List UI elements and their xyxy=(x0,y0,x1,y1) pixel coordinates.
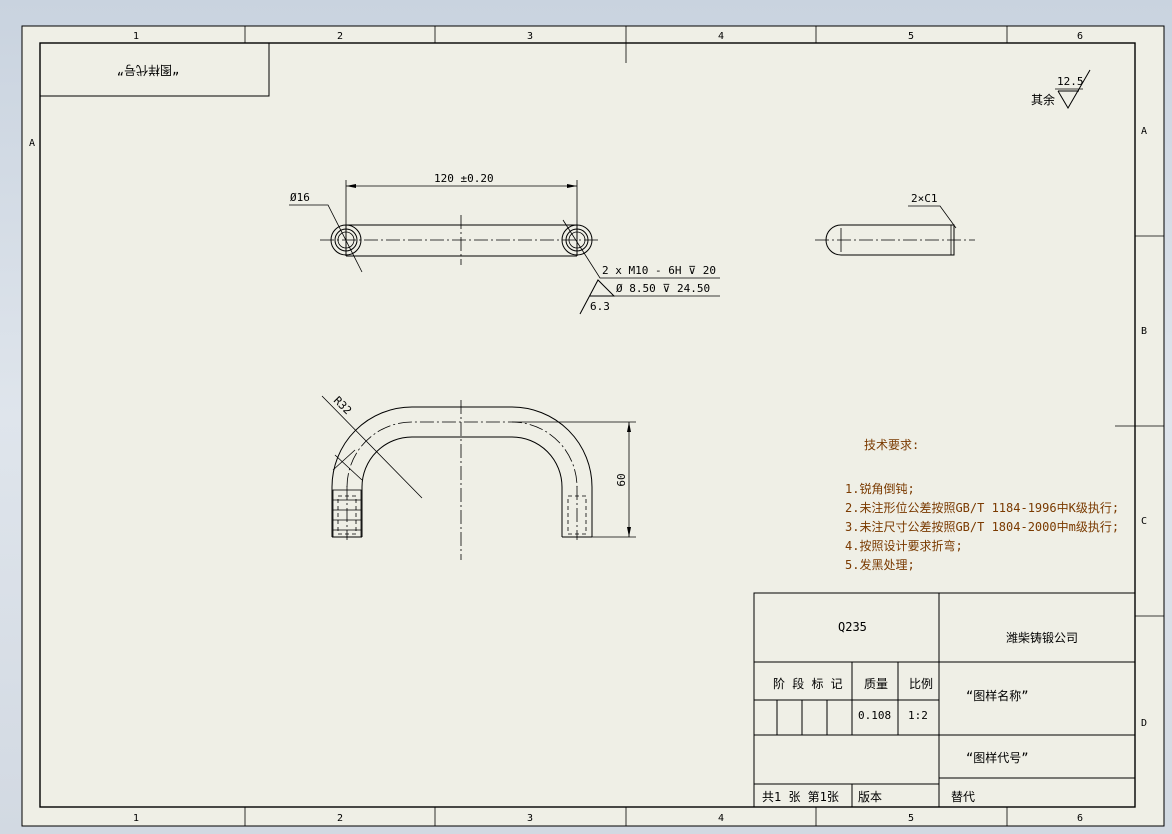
dim-chamfer: 2×C1 xyxy=(911,192,938,205)
zone-right-a: A xyxy=(1141,126,1147,137)
zone-bottom-4: 4 xyxy=(718,813,724,824)
zone-top-2: 2 xyxy=(337,31,343,42)
zone-bottom-5: 5 xyxy=(908,813,914,824)
company-name: 潍柴铸锻公司 xyxy=(1006,630,1078,645)
zone-right-c: C xyxy=(1141,516,1147,527)
stage-mark-label: 阶 段 标 记 xyxy=(773,676,843,691)
tech-req-item-1: 1.锐角倒钝; xyxy=(845,482,915,496)
zone-bottom-6: 6 xyxy=(1077,813,1083,824)
drawing-name: “图样名称” xyxy=(966,688,1028,703)
mass-label: 质量 xyxy=(864,677,888,691)
tech-req-item-2: 2.未注形位公差按照GB/T 1184-1996中K级执行; xyxy=(845,500,1119,515)
surface-finish-value: 12.5 xyxy=(1057,75,1084,88)
dim-roughness: 6.3 xyxy=(590,300,610,313)
tech-req-title: 技术要求: xyxy=(864,438,919,452)
material: Q235 xyxy=(838,620,867,634)
replace-label: 替代 xyxy=(951,790,975,804)
drawing-code: “图样代号” xyxy=(966,750,1028,765)
dim-drill: Ø 8.50 ⊽ 24.50 xyxy=(616,282,710,295)
mass-value: 0.108 xyxy=(858,709,891,722)
sheet-count: 共1 张 第1张 xyxy=(762,790,839,804)
scale-label: 比例 xyxy=(909,677,933,691)
version-label: 版本 xyxy=(858,790,882,804)
zone-top-4: 4 xyxy=(718,31,724,42)
zone-top-3: 3 xyxy=(527,31,533,42)
tech-req-item-4: 4.按照设计要求折弯; xyxy=(845,538,963,553)
zone-top-1: 1 xyxy=(133,31,139,42)
zone-left-a: A xyxy=(29,138,35,149)
zone-right-b: B xyxy=(1141,326,1147,337)
sheet-paper xyxy=(21,25,1165,827)
zone-right-d: D xyxy=(1141,718,1147,729)
surface-finish-prefix: 其余 xyxy=(1031,92,1055,107)
tech-req-item-5: 5.发黑处理; xyxy=(845,557,915,572)
zone-bottom-2: 2 xyxy=(337,813,343,824)
drawing-number-rotated: “图样代号” xyxy=(117,63,179,78)
zone-bottom-3: 3 xyxy=(527,813,533,824)
scale-value: 1:2 xyxy=(908,709,928,722)
drawing-sheet: 1 2 3 4 5 6 1 2 3 4 5 6 A A B C D “图样代号”… xyxy=(21,25,1165,827)
zone-top-5: 5 xyxy=(908,31,914,42)
dim-height: 60 xyxy=(615,473,628,486)
dim-diameter: Ø16 xyxy=(290,191,310,204)
dim-thread: 2 x M10 - 6H ⊽ 20 xyxy=(602,264,716,277)
tech-req-item-3: 3.未注尺寸公差按照GB/T 1804-2000中m级执行; xyxy=(845,519,1119,534)
zone-bottom-1: 1 xyxy=(133,813,139,824)
dim-length: 120 ±0.20 xyxy=(434,172,494,185)
zone-top-6: 6 xyxy=(1077,31,1083,42)
